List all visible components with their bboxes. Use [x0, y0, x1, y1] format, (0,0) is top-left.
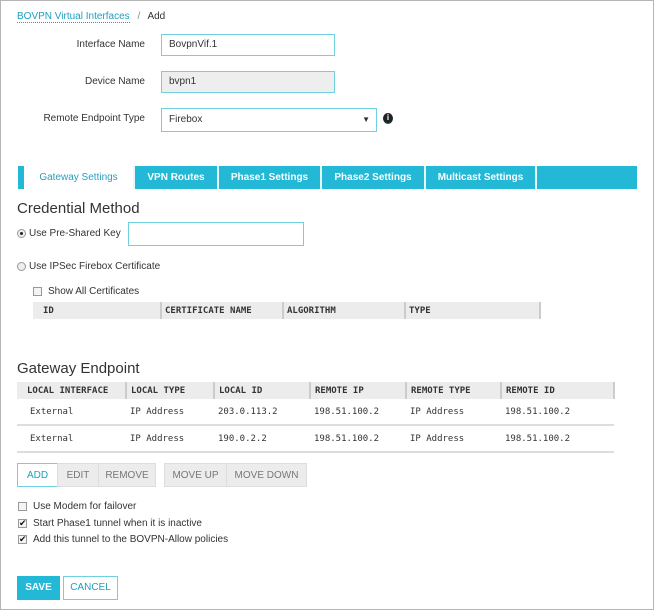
checkmark-icon: ✔: [18, 533, 27, 544]
tab-phase1-settings[interactable]: Phase1 Settings: [219, 166, 322, 189]
page: BOVPN Virtual Interfaces / Add Interface…: [0, 0, 654, 610]
breadcrumb: BOVPN Virtual Interfaces / Add: [17, 11, 166, 23]
table-row[interactable]: External IP Address 203.0.113.2 198.51.1…: [17, 399, 614, 426]
info-icon[interactable]: i: [383, 113, 393, 124]
device-name-label: Device Name: [84, 76, 145, 87]
psk-label: Use Pre-Shared Key: [29, 228, 121, 239]
column-header[interactable]: TYPE: [405, 302, 541, 319]
tab-multicast-settings[interactable]: Multicast Settings: [426, 166, 537, 189]
move-down-button[interactable]: MOVE DOWN: [226, 463, 307, 487]
cell: 198.51.100.2: [310, 399, 406, 426]
remote-endpoint-type-select[interactable]: Firebox ▼: [161, 108, 377, 132]
cell: 198.51.100.2: [310, 425, 406, 453]
remote-endpoint-type-label: Remote Endpoint Type: [43, 113, 145, 124]
cell: IP Address: [126, 425, 214, 453]
column-header[interactable]: LOCAL TYPE: [126, 382, 215, 399]
psk-input[interactable]: [128, 222, 304, 246]
cell: IP Address: [406, 399, 501, 426]
column-header[interactable]: LOCAL ID: [214, 382, 311, 399]
cell: 203.0.113.2: [214, 399, 310, 426]
cell: External: [17, 399, 126, 426]
checkbox-icon: [33, 286, 42, 296]
table-row[interactable]: External IP Address 190.0.2.2 198.51.100…: [17, 425, 614, 453]
tab-bar: Gateway Settings VPN Routes Phase1 Setti…: [18, 166, 637, 189]
cell: IP Address: [126, 399, 214, 426]
cell: 190.0.2.2: [214, 425, 310, 453]
move-up-button[interactable]: MOVE UP: [164, 463, 227, 487]
option-label: Start Phase1 tunnel when it is inactive: [33, 518, 202, 529]
credential-method-heading: Credential Method: [17, 200, 140, 217]
psk-radio[interactable]: Use Pre-Shared Key: [17, 228, 121, 239]
column-header[interactable]: REMOTE IP: [310, 382, 407, 399]
show-all-certificates-checkbox[interactable]: Show All Certificates: [33, 286, 139, 297]
interface-name-label: Interface Name: [76, 39, 145, 50]
bovpn-allow-checkbox[interactable]: ✔ Add this tunnel to the BOVPN-Allow poli…: [18, 534, 228, 545]
add-button[interactable]: ADD: [17, 463, 58, 487]
gateway-table: LOCAL INTERFACE LOCAL TYPE LOCAL ID REMO…: [17, 382, 615, 453]
cert-label: Use IPSec Firebox Certificate: [29, 261, 161, 272]
chevron-down-icon: ▼: [362, 115, 370, 124]
column-header[interactable]: ID: [33, 302, 162, 319]
tab-phase2-settings[interactable]: Phase2 Settings: [322, 166, 426, 189]
cell: 198.51.100.2: [501, 425, 614, 453]
tab-vpn-routes[interactable]: VPN Routes: [135, 166, 219, 189]
radio-selected-icon: [17, 228, 26, 238]
cert-radio[interactable]: Use IPSec Firebox Certificate: [17, 261, 160, 272]
use-modem-checkbox[interactable]: Use Modem for failover: [18, 501, 136, 512]
tab-gateway-settings[interactable]: Gateway Settings: [24, 166, 135, 189]
certificate-table: ID CERTIFICATE NAME ALGORITHM TYPE: [33, 302, 541, 319]
cell: IP Address: [406, 425, 501, 453]
edit-button[interactable]: EDIT: [57, 463, 99, 487]
remote-endpoint-type-value: Firebox: [169, 114, 203, 125]
device-name-input[interactable]: bvpn1: [161, 71, 335, 93]
start-phase1-checkbox[interactable]: ✔ Start Phase1 tunnel when it is inactive: [18, 518, 202, 529]
checkmark-icon: ✔: [18, 517, 27, 528]
column-header[interactable]: ALGORITHM: [283, 302, 406, 319]
save-button[interactable]: SAVE: [17, 576, 60, 600]
column-header[interactable]: LOCAL INTERFACE: [17, 382, 127, 399]
option-label: Add this tunnel to the BOVPN-Allow polic…: [33, 534, 229, 545]
radio-unselected-icon: [17, 261, 26, 271]
interface-name-input[interactable]: BovpnVif.1: [161, 34, 335, 56]
breadcrumb-current: Add: [147, 11, 166, 22]
show-all-label: Show All Certificates: [48, 286, 140, 297]
cell: External: [17, 425, 126, 453]
breadcrumb-separator: /: [137, 11, 141, 22]
breadcrumb-parent-link[interactable]: BOVPN Virtual Interfaces: [17, 11, 130, 23]
remove-button[interactable]: REMOVE: [98, 463, 156, 487]
option-label: Use Modem for failover: [33, 501, 137, 512]
gateway-endpoint-heading: Gateway Endpoint: [17, 360, 140, 377]
column-header[interactable]: REMOTE ID: [501, 382, 615, 399]
cancel-button[interactable]: CANCEL: [63, 576, 118, 600]
column-header[interactable]: REMOTE TYPE: [406, 382, 502, 399]
checkbox-icon: [18, 501, 27, 511]
cell: 198.51.100.2: [501, 399, 614, 426]
column-header[interactable]: CERTIFICATE NAME: [161, 302, 284, 319]
